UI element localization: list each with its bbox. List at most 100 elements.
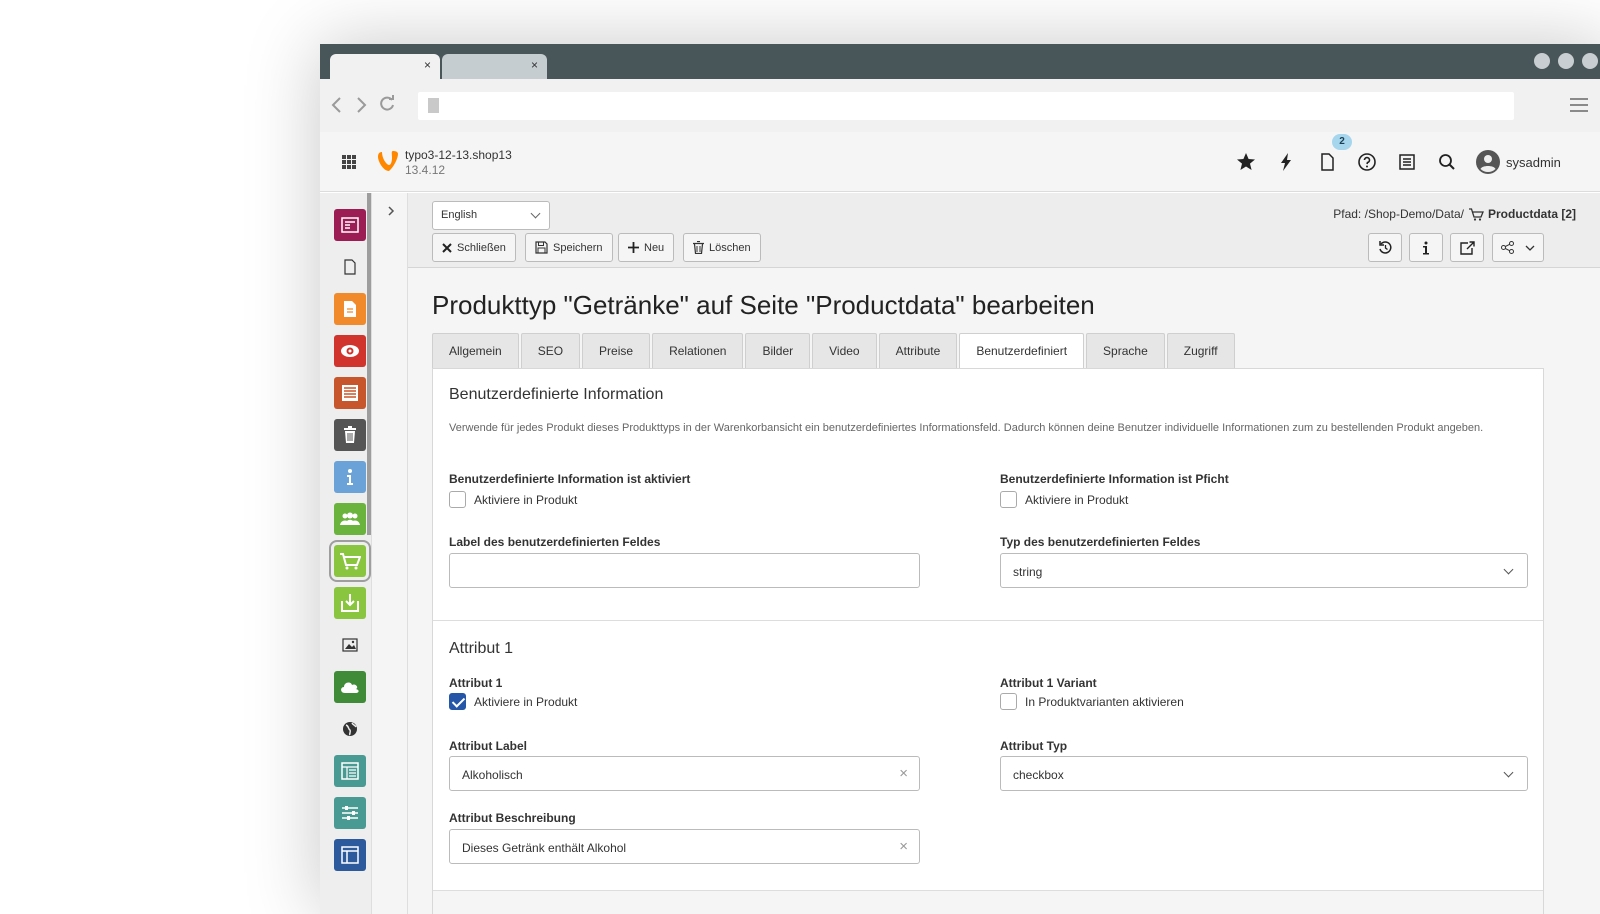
page-title: Produkttyp "Getränke" auf Seite "Product… — [432, 290, 1095, 320]
browser-tabstrip: × × — [320, 44, 1600, 79]
form-tabs: Allgemein SEO Preise Relationen Bilder V… — [432, 333, 1235, 370]
info-button[interactable] — [1409, 233, 1443, 262]
tab-allgemein[interactable]: Allgemein — [432, 333, 519, 369]
browser-window: × × typo3-12-13.shop13 13.4.12 2 sysadmi… — [320, 44, 1600, 914]
tab-panel: Benutzerdefinierte Information Verwende … — [432, 368, 1544, 914]
custom-info-required-checkbox[interactable]: Aktiviere in Produkt — [1000, 491, 1128, 508]
checkbox-box[interactable] — [1000, 693, 1017, 710]
trash-icon — [693, 241, 704, 254]
module-filelist-image-icon[interactable] — [334, 629, 366, 661]
clear-icon[interactable]: × — [899, 766, 908, 781]
delete-button-label: Löschen — [709, 241, 751, 254]
module-view-eye-icon[interactable] — [334, 335, 366, 367]
checkbox-box-checked[interactable] — [449, 693, 466, 710]
save-disk-icon — [535, 241, 548, 254]
checkbox-box[interactable] — [1000, 491, 1017, 508]
typo3-version: 13.4.12 — [405, 163, 446, 177]
checkbox-box[interactable] — [449, 491, 466, 508]
chevron-down-icon — [1525, 245, 1535, 251]
module-sidebar — [320, 193, 371, 914]
browser-tab[interactable]: × — [442, 54, 547, 79]
history-button[interactable] — [1368, 233, 1402, 262]
browser-menu-icon[interactable] — [1570, 98, 1588, 116]
expand-tree-chevron-icon[interactable] — [386, 205, 396, 217]
share-icon — [1501, 241, 1514, 254]
window-controls — [1534, 53, 1598, 69]
page-tree-collapsed — [371, 193, 408, 914]
help-icon[interactable] — [1357, 152, 1377, 172]
module-sites-globe-icon[interactable] — [334, 713, 366, 745]
tab-video[interactable]: Video — [812, 333, 877, 369]
close-button[interactable]: Schließen — [432, 233, 516, 262]
language-select-value: English — [441, 209, 478, 221]
custom-field-label-input[interactable] — [449, 553, 920, 588]
plus-icon — [628, 242, 639, 253]
browser-tab-active[interactable]: × — [330, 54, 440, 79]
module-menu-toggle-icon[interactable] — [342, 155, 356, 169]
select-value: checkbox — [1013, 768, 1064, 782]
path-page[interactable]: Productdata [2] — [1488, 207, 1576, 221]
module-users-icon[interactable] — [334, 503, 366, 535]
checkbox-label: In Produktvarianten aktivieren — [1025, 694, 1184, 709]
back-icon[interactable] — [330, 96, 344, 114]
tab-bilder[interactable]: Bilder — [745, 333, 811, 369]
chevron-down-icon — [1503, 564, 1514, 575]
reload-icon[interactable] — [378, 95, 396, 113]
forward-icon[interactable] — [354, 96, 368, 114]
module-web-icon[interactable] — [334, 209, 366, 241]
section-heading: Benutzerdefinierte Information — [449, 386, 664, 403]
system-info-icon[interactable] — [1397, 152, 1417, 172]
language-select[interactable]: English — [432, 201, 550, 230]
attribute-1-active-checkbox[interactable]: Aktiviere in Produkt — [449, 693, 577, 710]
tab-benutzerdefiniert[interactable]: Benutzerdefiniert — [959, 333, 1085, 370]
address-bar[interactable] — [418, 92, 1514, 120]
module-page-icon[interactable] — [334, 251, 366, 283]
attribute-label-input[interactable]: Alkoholisch × — [449, 756, 920, 791]
close-window-button[interactable] — [1582, 53, 1598, 69]
module-recycler-trash-icon[interactable] — [334, 419, 366, 451]
module-cart-icon[interactable] — [329, 540, 371, 582]
tab-attribute[interactable]: Attribute — [878, 333, 958, 369]
module-list-icon[interactable] — [334, 293, 366, 325]
module-settings-sliders-icon[interactable] — [334, 797, 366, 829]
close-tab-icon[interactable]: × — [531, 58, 538, 72]
module-template-icon[interactable] — [334, 755, 366, 787]
module-info-icon[interactable] — [334, 461, 366, 493]
save-button[interactable]: Speichern — [525, 233, 613, 262]
field-label: Attribut 1 Variant — [1000, 676, 1097, 690]
username[interactable]: sysadmin — [1506, 155, 1561, 170]
checkbox-label: Aktiviere in Produkt — [474, 694, 578, 709]
attribute-1-variant-checkbox[interactable]: In Produktvarianten aktivieren — [1000, 693, 1184, 710]
attribute-description-input[interactable]: Dieses Getränk enthält Alkohol × — [449, 829, 920, 864]
tab-seo[interactable]: SEO — [520, 333, 581, 369]
tab-relationen[interactable]: Relationen — [652, 333, 744, 369]
bookmark-star-icon[interactable] — [1236, 152, 1256, 172]
opendocs-icon[interactable] — [1317, 152, 1337, 172]
attribute-type-select[interactable]: checkbox — [1000, 756, 1528, 791]
custom-field-type-select[interactable]: string — [1000, 553, 1528, 588]
path-prefix: Pfad: /Shop-Demo/Data/ — [1333, 207, 1464, 221]
checkbox-label: Aktiviere in Produkt — [1025, 492, 1129, 507]
close-tab-icon[interactable]: × — [424, 58, 431, 72]
maximize-button[interactable] — [1558, 53, 1574, 69]
tab-sprache[interactable]: Sprache — [1086, 333, 1165, 369]
tab-preise[interactable]: Preise — [582, 333, 651, 369]
module-layout-icon[interactable] — [334, 839, 366, 871]
clear-icon[interactable]: × — [899, 839, 908, 854]
flash-icon[interactable] — [1276, 152, 1296, 172]
share-dropdown-button[interactable] — [1492, 233, 1544, 262]
module-records-icon[interactable] — [334, 377, 366, 409]
open-external-button[interactable] — [1450, 233, 1484, 262]
custom-info-active-checkbox[interactable]: Aktiviere in Produkt — [449, 491, 577, 508]
info-icon — [1423, 241, 1429, 254]
typo3-logo-icon — [378, 151, 398, 171]
search-icon[interactable] — [1437, 152, 1457, 172]
new-button[interactable]: Neu — [618, 233, 675, 262]
minimize-button[interactable] — [1534, 53, 1550, 69]
chevron-down-icon — [530, 208, 541, 219]
module-cloud-icon[interactable] — [334, 671, 366, 703]
delete-button[interactable]: Löschen — [683, 233, 761, 262]
tab-zugriff[interactable]: Zugriff — [1166, 333, 1235, 369]
module-import-download-icon[interactable] — [334, 587, 366, 619]
user-avatar-icon[interactable] — [1476, 150, 1500, 174]
